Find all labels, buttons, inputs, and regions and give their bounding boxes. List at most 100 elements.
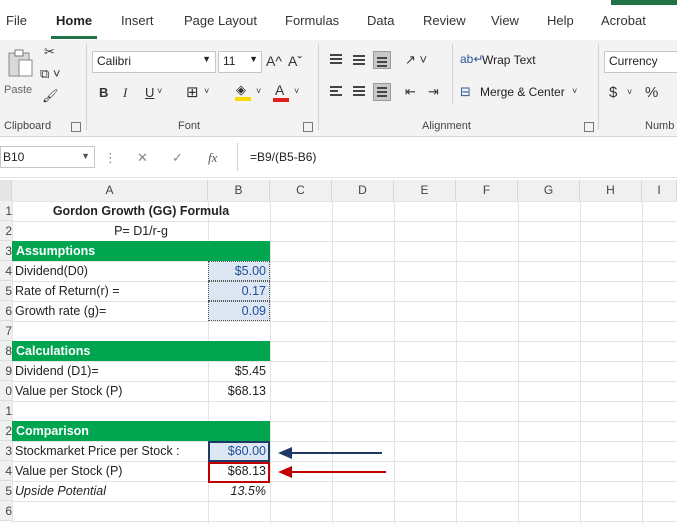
tab-review[interactable]: Review	[423, 13, 466, 28]
font-color-button[interactable]: A	[272, 82, 292, 102]
comparison-header[interactable]: Comparison	[12, 421, 270, 441]
row-header[interactable]: 2	[0, 221, 12, 241]
percent-style-icon[interactable]: %	[645, 84, 658, 101]
grow-font-icon[interactable]: A^	[266, 53, 282, 69]
align-center-icon[interactable]	[350, 83, 368, 101]
column-header[interactable]: G	[518, 180, 580, 201]
align-bottom-icon[interactable]	[373, 51, 391, 69]
value-per-stock2-label[interactable]: Value per Stock (P)	[15, 461, 122, 481]
tab-file[interactable]: File	[6, 13, 27, 28]
upside-value[interactable]: 13.5%	[208, 481, 270, 501]
column-header[interactable]: F	[456, 180, 518, 201]
align-top-icon[interactable]	[327, 51, 345, 69]
align-right-icon[interactable]	[373, 83, 391, 101]
tab-acrobat[interactable]: Acrobat	[601, 13, 646, 28]
row-header[interactable]: 6	[0, 301, 12, 321]
rate-of-return-label[interactable]: Rate of Return(r) =	[15, 281, 120, 301]
formula-input[interactable]: =B9/(B5-B6)	[250, 150, 316, 164]
column-header[interactable]: B	[208, 180, 270, 201]
paint-bucket-icon: ◈	[236, 82, 246, 97]
align-middle-icon[interactable]	[350, 51, 368, 69]
column-header[interactable]: E	[394, 180, 456, 201]
chevron-down-icon[interactable]: ˅	[256, 86, 261, 96]
font-name-select[interactable]: Calibri ▼	[92, 51, 216, 73]
orientation-icon[interactable]: ↗ ˅	[405, 52, 427, 68]
decrease-indent-icon[interactable]: ⇤	[405, 84, 416, 100]
cancel-icon[interactable]: ✕	[137, 150, 148, 166]
rate-of-return-value[interactable]: 0.17	[208, 281, 270, 301]
column-header[interactable]: D	[332, 180, 394, 201]
paste-button[interactable]: Paste	[4, 46, 34, 106]
align-left-icon[interactable]	[327, 83, 345, 101]
font-size-select[interactable]: 11 ▼	[218, 51, 262, 73]
column-header[interactable]: A	[12, 180, 208, 201]
tab-page-layout[interactable]: Page Layout	[184, 13, 257, 28]
row-header[interactable]: 3	[0, 441, 12, 461]
tab-data[interactable]: Data	[367, 13, 394, 28]
name-box[interactable]: B10 ▼	[0, 146, 95, 168]
tab-help[interactable]: Help	[547, 13, 574, 28]
active-tab-indicator	[51, 36, 97, 39]
accounting-format-icon[interactable]: $	[609, 84, 617, 101]
tab-view[interactable]: View	[491, 13, 519, 28]
select-all-corner[interactable]	[0, 180, 12, 201]
font-launcher-icon[interactable]	[303, 122, 313, 132]
dividend-d0-label[interactable]: Dividend(D0)	[15, 261, 88, 281]
enter-icon[interactable]: ✓	[172, 150, 183, 166]
chevron-down-icon: ˅	[572, 86, 578, 96]
row-header[interactable]: 2	[0, 421, 12, 441]
chevron-down-icon[interactable]: ˅	[157, 86, 162, 96]
more-icon: ⋮	[104, 150, 118, 165]
calculations-header[interactable]: Calculations	[12, 341, 270, 361]
clipboard-launcher-icon[interactable]	[71, 122, 81, 132]
row-header[interactable]: 9	[0, 361, 12, 381]
column-header[interactable]: C	[270, 180, 332, 201]
row-header[interactable]: 7	[0, 321, 12, 341]
row-header[interactable]: 5	[0, 281, 12, 301]
value-per-stock-value[interactable]: $68.13	[208, 381, 270, 401]
merge-center-button[interactable]: ⊟ Merge & Center ˅	[460, 84, 585, 104]
assumptions-header[interactable]: Assumptions	[12, 241, 270, 261]
wrap-text-button[interactable]: ab↵ Wrap Text	[460, 52, 570, 72]
chevron-down-icon[interactable]: ˅	[294, 86, 299, 96]
increase-indent-icon[interactable]: ⇥	[428, 84, 439, 100]
fill-color-button[interactable]: ◈	[234, 82, 254, 102]
underline-button[interactable]: U	[145, 85, 154, 100]
row-header[interactable]: 4	[0, 461, 12, 481]
column-header[interactable]: H	[580, 180, 642, 201]
row-header[interactable]: 6	[0, 501, 12, 521]
borders-icon[interactable]: ⊞	[186, 83, 199, 101]
bold-button[interactable]: B	[99, 85, 108, 100]
row-header[interactable]: 1	[0, 201, 12, 221]
chevron-down-icon[interactable]: ˅	[627, 87, 632, 97]
chevron-down-icon[interactable]: ˅	[204, 86, 209, 96]
row-header[interactable]: 1	[0, 401, 12, 421]
dividend-d1-label[interactable]: Dividend (D1)=	[15, 361, 99, 381]
tab-insert[interactable]: Insert	[121, 13, 154, 28]
growth-rate-value[interactable]: 0.09	[208, 301, 270, 321]
tab-formulas[interactable]: Formulas	[285, 13, 339, 28]
tab-home[interactable]: Home	[56, 13, 92, 28]
row-header[interactable]: 4	[0, 261, 12, 281]
italic-button[interactable]: I	[123, 85, 127, 101]
formula-text-cell[interactable]: P= D1/r-g	[12, 221, 270, 241]
growth-rate-label[interactable]: Growth rate (g)=	[15, 301, 106, 321]
alignment-launcher-icon[interactable]	[584, 122, 594, 132]
insert-function-icon[interactable]: fx	[208, 150, 217, 166]
row-header[interactable]: 5	[0, 481, 12, 501]
copy-icon[interactable]: ⧉ ˅	[40, 66, 61, 82]
upside-label[interactable]: Upside Potential	[15, 481, 106, 501]
shrink-font-icon[interactable]: Aˇ	[288, 53, 302, 69]
number-format-select[interactable]: Currency	[604, 51, 677, 73]
title-cell[interactable]: Gordon Growth (GG) Formula	[12, 201, 270, 221]
dividend-d1-value[interactable]: $5.45	[208, 361, 270, 381]
value-per-stock-label[interactable]: Value per Stock (P)	[15, 381, 122, 401]
format-painter-icon[interactable]: 🖌	[42, 88, 59, 104]
market-price-label[interactable]: Stockmarket Price per Stock :	[15, 441, 180, 461]
dividend-d0-value[interactable]: $5.00	[208, 261, 270, 281]
row-header[interactable]: 8	[0, 341, 12, 361]
row-header[interactable]: 3	[0, 241, 12, 261]
column-header[interactable]: I	[642, 180, 677, 201]
cut-icon[interactable]: ✂	[44, 44, 55, 60]
row-header[interactable]: 0	[0, 381, 12, 401]
